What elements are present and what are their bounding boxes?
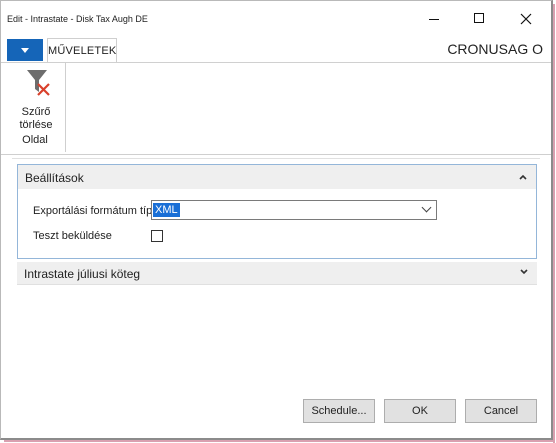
window-shadow-right: [553, 4, 555, 443]
export-format-select[interactable]: XML: [151, 200, 437, 220]
title-bar: Edit - Intrastate - Disk Tax Augh DE: [1, 1, 551, 33]
app-menu-button[interactable]: [7, 39, 43, 61]
clear-filter-label-line1: Szűrő: [21, 106, 51, 118]
content-divider: [12, 158, 540, 159]
fasttab-batch-title: Intrastate júliusi köteg: [24, 267, 141, 281]
chevron-down-icon[interactable]: [519, 267, 529, 277]
schedule-button[interactable]: Schedule...: [303, 399, 375, 423]
clear-filter-label: Szűrő törlése: [13, 106, 59, 132]
ribbon-panel: Szűrő törlése Oldal: [1, 62, 551, 155]
clear-filter-icon: [27, 70, 50, 96]
close-button[interactable]: [511, 9, 541, 29]
fasttab-settings-header[interactable]: Beállítások: [18, 165, 536, 189]
test-submission-label: Teszt beküldése: [33, 230, 112, 242]
company-name: CRONUSAG O: [447, 41, 543, 57]
ribbon-group-label: Oldal: [22, 134, 48, 146]
fasttab-batch[interactable]: Intrastate júliusi köteg: [17, 262, 537, 285]
ribbon-group-oldal: Szűrő törlése Oldal: [5, 62, 66, 152]
window-shadow-bottom: [4, 440, 555, 442]
ok-button[interactable]: OK: [384, 399, 456, 423]
chevron-down-icon: [421, 202, 432, 213]
chevron-up-icon[interactable]: [518, 172, 528, 182]
fasttab-settings: Beállítások Exportálási formátum típusa …: [17, 164, 537, 259]
tab-muveletek[interactable]: MŰVELETEK: [47, 38, 117, 62]
maximize-icon: [474, 13, 484, 23]
chevron-down-icon: [21, 48, 29, 53]
test-submission-checkbox[interactable]: [151, 230, 163, 242]
export-format-label: Exportálási formátum típusa: [33, 205, 170, 217]
minimize-icon: [429, 19, 439, 20]
minimize-button[interactable]: [419, 9, 449, 29]
clear-filter-label-line2: törlése: [19, 119, 53, 131]
fasttab-settings-title: Beállítások: [25, 171, 84, 185]
ribbon-tab-bar: MŰVELETEK CRONUSAG O: [1, 38, 551, 63]
window-title: Edit - Intrastate - Disk Tax Augh DE: [7, 14, 148, 24]
maximize-button[interactable]: [465, 9, 495, 29]
export-format-value: XML: [153, 203, 180, 217]
clear-filter-button[interactable]: Szűrő törlése: [13, 66, 59, 132]
cancel-button[interactable]: Cancel: [465, 399, 537, 423]
close-icon: [520, 13, 532, 25]
